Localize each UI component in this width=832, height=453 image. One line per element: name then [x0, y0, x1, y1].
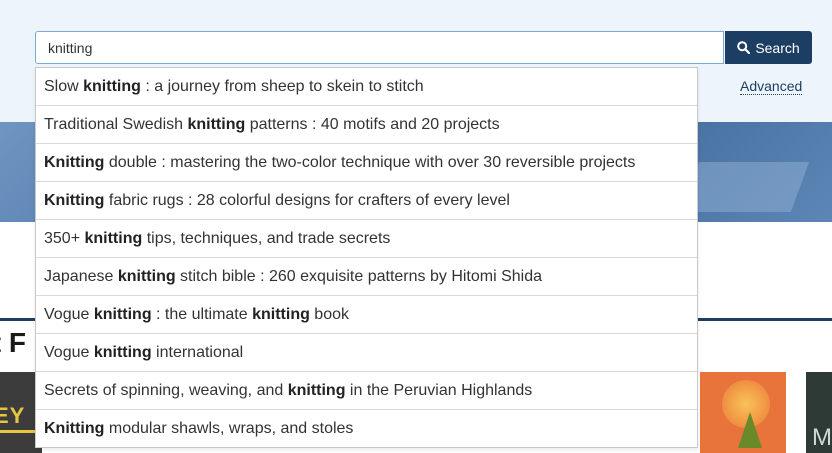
suggestion-text: : a journey from sheep to skein to stitc…: [140, 78, 424, 95]
suggestion-text: Vogue: [44, 306, 94, 323]
suggestion-match-text: knitting: [83, 78, 141, 95]
suggestion-match-text: knitting: [117, 268, 176, 285]
suggestion-item[interactable]: Slow knitting : a journey from sheep to …: [36, 68, 697, 106]
section-heading: lt F: [0, 327, 26, 358]
suggestion-match-text: knitting: [252, 306, 310, 323]
suggestion-match-text: knitting: [187, 116, 246, 133]
search-button[interactable]: Search: [725, 31, 812, 64]
suggestion-text: patterns : 40 motifs and 20 projects: [245, 116, 500, 133]
suggestion-text: international: [151, 344, 244, 361]
suggestion-text: fabric rugs : 28 colorful designs for cr…: [104, 192, 510, 209]
suggestion-item[interactable]: Knitting fabric rugs : 28 colorful desig…: [36, 182, 697, 220]
banner-decoration: [680, 162, 810, 212]
suggestion-item[interactable]: Traditional Swedish knitting patterns : …: [36, 106, 697, 144]
book-cover-2[interactable]: [700, 372, 786, 453]
suggestion-text: Slow: [44, 78, 84, 95]
search-icon: [737, 41, 751, 54]
suggestion-text: modular shawls, wraps, and stoles: [104, 420, 354, 437]
suggestion-text: Vogue: [44, 344, 94, 361]
suggestion-item[interactable]: Japanese knitting stitch bible : 260 exq…: [36, 258, 697, 296]
suggestion-match-text: knitting: [84, 230, 143, 247]
search-button-label: Search: [755, 39, 800, 56]
suggestion-text: Traditional Swedish: [44, 116, 188, 133]
suggestion-match-text: knitting: [287, 382, 346, 399]
suggestion-item[interactable]: Knitting double : mastering the two-colo…: [36, 144, 697, 182]
suggestion-match-text: knitting: [93, 306, 152, 323]
advanced-search-link[interactable]: Advanced: [740, 78, 803, 95]
suggestion-text: tips, techniques, and trade secrets: [142, 230, 391, 247]
suggestion-item[interactable]: 350+ knitting tips, techniques, and trad…: [36, 220, 697, 258]
suggestion-text: : the ultimate: [151, 306, 253, 323]
search-input[interactable]: [35, 31, 724, 64]
suggestion-text: book: [309, 306, 349, 323]
suggestion-match-text: Knitting: [44, 420, 105, 437]
suggestion-item[interactable]: Vogue knitting international: [36, 334, 697, 372]
suggestion-text: in the Peruvian Highlands: [345, 382, 533, 399]
tree-illustration: [738, 412, 762, 448]
suggestion-text: double : mastering the two-color techniq…: [104, 154, 636, 171]
suggestion-match-text: Knitting: [44, 154, 105, 171]
suggestion-text: stitch bible : 260 exquisite patterns by…: [175, 268, 543, 285]
suggestion-match-text: knitting: [93, 344, 152, 361]
suggestion-text: Japanese: [44, 268, 118, 285]
suggestion-item[interactable]: Secrets of spinning, weaving, and knitti…: [36, 372, 697, 410]
autocomplete-suggestions: Slow knitting : a journey from sheep to …: [35, 67, 698, 448]
suggestion-item[interactable]: Knitting modular shawls, wraps, and stol…: [36, 410, 697, 447]
suggestion-text: 350+: [44, 230, 85, 247]
suggestion-item[interactable]: Vogue knitting : the ultimate knitting b…: [36, 296, 697, 334]
suggestion-match-text: Knitting: [44, 192, 105, 209]
suggestion-text: Secrets of spinning, weaving, and: [44, 382, 288, 399]
book-cover-3[interactable]: M: [806, 372, 832, 453]
book-cover-3-text: M: [812, 424, 832, 451]
book-cover-1-text: EY: [0, 403, 26, 428]
